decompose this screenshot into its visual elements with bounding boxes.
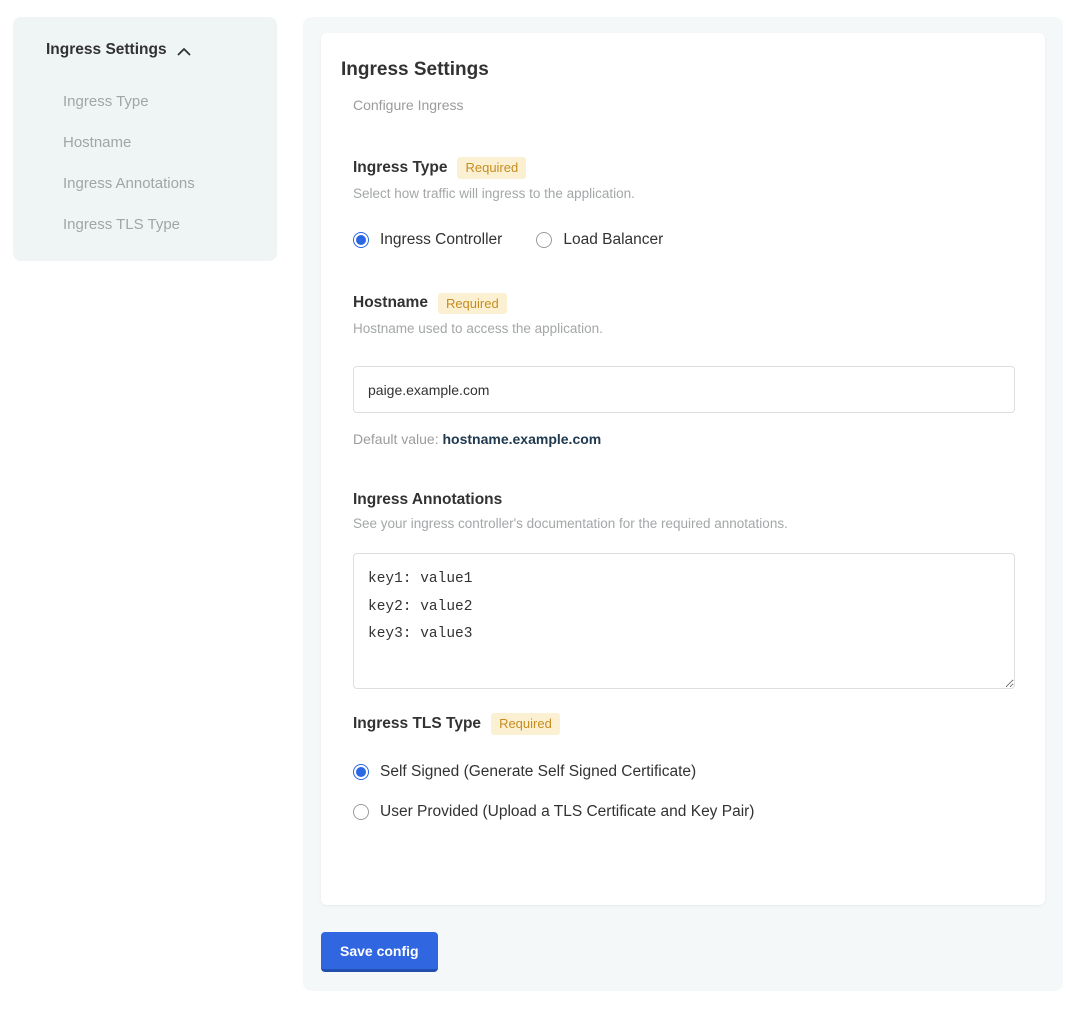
radio-option-load-balancer[interactable]: Load Balancer [536, 231, 663, 249]
required-badge: Required [457, 157, 526, 179]
section-ingress-annotations: Ingress Annotations See your ingress con… [353, 491, 1015, 689]
sidebar-item-hostname[interactable]: Hostname [63, 134, 257, 151]
section-ingress-tls-type-header: Ingress TLS Type Required [353, 713, 1015, 735]
radio-selected-icon [353, 764, 369, 780]
config-sidebar: Ingress Settings Ingress Type Hostname I… [13, 17, 277, 261]
section-hostname: Hostname Required Hostname used to acces… [353, 293, 1015, 448]
section-ingress-type-help: Select how traffic will ingress to the a… [353, 186, 1015, 201]
sidebar-item-ingress-type[interactable]: Ingress Type [63, 93, 257, 110]
tls-type-radio-group: Self Signed (Generate Self Signed Certif… [353, 763, 1015, 821]
ingress-type-radio-group: Ingress Controller Load Balancer [353, 231, 1015, 249]
save-config-button[interactable]: Save config [321, 932, 438, 972]
section-hostname-help: Hostname used to access the application. [353, 321, 1015, 336]
radio-option-ingress-controller[interactable]: Ingress Controller [353, 231, 502, 249]
radio-option-user-provided[interactable]: User Provided (Upload a TLS Certificate … [353, 803, 1015, 821]
radio-label: Self Signed (Generate Self Signed Certif… [380, 763, 696, 781]
page-title: Ingress Settings [341, 59, 1015, 81]
required-badge: Required [491, 713, 560, 735]
section-ingress-type-header: Ingress Type Required [353, 157, 1015, 179]
radio-label: Load Balancer [563, 231, 663, 249]
radio-option-self-signed[interactable]: Self Signed (Generate Self Signed Certif… [353, 763, 1015, 781]
card-body: Configure Ingress Ingress Type Required … [341, 97, 1015, 821]
radio-label: User Provided (Upload a TLS Certificate … [380, 803, 754, 821]
hostname-input[interactable] [353, 366, 1015, 413]
section-ingress-annotations-label: Ingress Annotations [353, 491, 502, 509]
ingress-annotations-textarea[interactable]: key1: value1 key2: value2 key3: value3 [353, 553, 1015, 689]
sidebar-group-label: Ingress Settings [46, 41, 167, 59]
section-hostname-header: Hostname Required [353, 293, 1015, 315]
section-ingress-type: Ingress Type Required Select how traffic… [353, 157, 1015, 249]
section-hostname-label: Hostname [353, 294, 428, 312]
chevron-up-icon [177, 47, 191, 56]
section-ingress-annotations-header: Ingress Annotations [353, 491, 1015, 509]
radio-unselected-icon [536, 232, 552, 248]
page: Ingress Settings Ingress Type Hostname I… [0, 0, 1090, 1013]
sidebar-item-ingress-tls-type[interactable]: Ingress TLS Type [63, 216, 257, 233]
sidebar-group-ingress-settings[interactable]: Ingress Settings [46, 41, 257, 59]
required-badge: Required [438, 293, 507, 315]
sidebar-item-ingress-annotations[interactable]: Ingress Annotations [63, 175, 257, 192]
radio-unselected-icon [353, 804, 369, 820]
section-ingress-annotations-help: See your ingress controller's documentat… [353, 516, 1015, 531]
radio-selected-icon [353, 232, 369, 248]
section-ingress-tls-type-label: Ingress TLS Type [353, 715, 481, 733]
form-subtitle: Configure Ingress [353, 97, 1015, 113]
hostname-default-line: Default value: hostname.example.com [353, 431, 1015, 447]
config-card: Ingress Settings Configure Ingress Ingre… [321, 33, 1045, 905]
section-ingress-type-label: Ingress Type [353, 159, 447, 177]
config-panel: Ingress Settings Configure Ingress Ingre… [303, 17, 1063, 991]
section-ingress-tls-type: Ingress TLS Type Required Self Signed (G… [353, 713, 1015, 821]
radio-label: Ingress Controller [380, 231, 502, 249]
sidebar-items: Ingress Type Hostname Ingress Annotation… [46, 69, 257, 233]
hostname-default-value: hostname.example.com [443, 431, 602, 447]
default-prefix: Default value: [353, 431, 443, 447]
